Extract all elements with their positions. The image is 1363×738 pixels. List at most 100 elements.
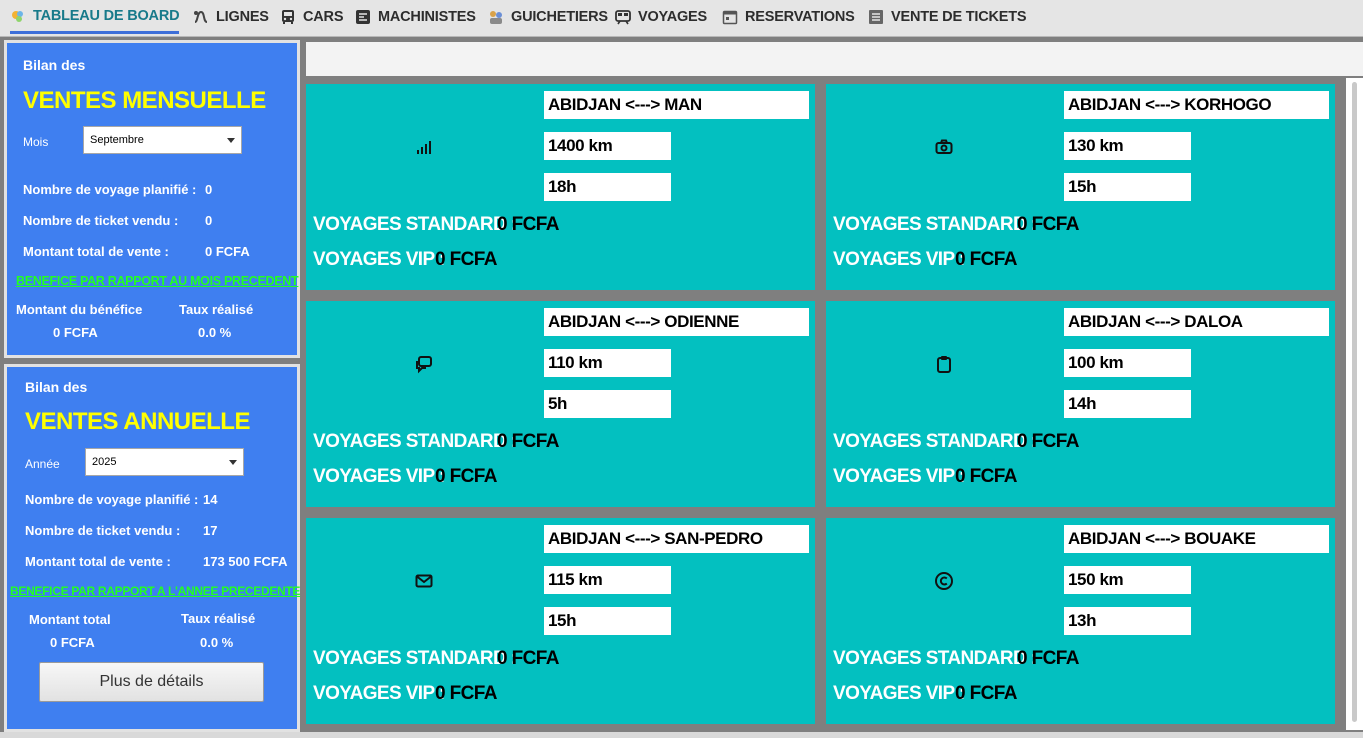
nav-tab-lignes[interactable]: LIGNES: [193, 0, 269, 34]
monthly-total-sales-label: Montant total de vente :: [23, 244, 169, 259]
standard-trips-label: VOYAGES STANDARD :: [833, 214, 1037, 235]
nav-tab-label: CARS: [303, 9, 344, 25]
year-select[interactable]: 2025: [85, 448, 244, 476]
vip-trips-value: 0 FCFA: [435, 466, 497, 487]
vip-trips-label: VOYAGES VIP :: [833, 466, 965, 487]
yearly-rate-label: Taux réalisé: [181, 611, 256, 626]
ticket-list-icon: [869, 10, 883, 24]
standard-trips-label: VOYAGES STANDARD :: [313, 648, 517, 669]
route-duration: 13h: [1064, 607, 1191, 635]
yearly-benefit-amount-label: Montant total: [29, 612, 111, 627]
route-distance: 100 km: [1064, 349, 1191, 377]
standard-trips-value: 0 FCFA: [1017, 648, 1079, 669]
monthly-rate-value: 0.0 %: [198, 325, 232, 340]
monthly-heading-big: VENTES MENSUELLE: [23, 87, 266, 114]
route-duration: 15h: [1064, 173, 1191, 201]
year-select-value: 2025: [92, 456, 117, 468]
vip-trips-value: 0 FCFA: [955, 683, 1017, 704]
monthly-benefit-title: BENEFICE PAR RAPPORT AU MOIS PRECEDENT: [16, 274, 299, 288]
month-select-value: Septembre: [90, 134, 144, 146]
train-icon: [615, 10, 631, 25]
yearly-sales-panel: Bilan des VENTES ANNUELLE Année 2025 Nom…: [4, 364, 300, 732]
vip-trips-label: VOYAGES VIP :: [833, 683, 965, 704]
yearly-benefit-amount-value: 0 FCFA: [50, 635, 95, 650]
nav-tab-guichetiers[interactable]: GUICHETIERS: [488, 0, 608, 34]
monthly-benefit-amount-label: Montant du bénéfice: [16, 302, 143, 317]
standard-trips-value: 0 FCFA: [497, 214, 559, 235]
nav-tab-reservations[interactable]: RESERVATIONS: [722, 0, 855, 34]
route-distance: 130 km: [1064, 132, 1191, 160]
route-duration: 5h: [544, 390, 671, 418]
top-navigation: TABLEAU DE BOARD LIGNES CARS MACHINISTES…: [0, 0, 1363, 37]
vip-trips-label: VOYAGES VIP :: [313, 249, 445, 270]
month-select-label: Mois: [23, 135, 49, 149]
nav-tab-label: LIGNES: [216, 9, 269, 25]
monthly-total-sales-value: 0 FCFA: [205, 244, 250, 259]
route-icon: [194, 10, 208, 23]
nav-tab-label: TABLEAU DE BOARD: [33, 7, 180, 24]
route-name: ABIDJAN <---> ODIENNE: [544, 308, 809, 336]
monthly-heading-small: Bilan des: [23, 57, 86, 73]
yearly-tickets-sold-value: 17: [203, 523, 218, 538]
route-duration: 15h: [544, 607, 671, 635]
route-duration: 14h: [1064, 390, 1191, 418]
route-distance: 115 km: [544, 566, 671, 594]
standard-trips-label: VOYAGES STANDARD :: [313, 214, 517, 235]
bus-icon: [282, 10, 294, 24]
month-select[interactable]: Septembre: [83, 126, 242, 154]
yearly-total-sales-label: Montant total de vente :: [25, 554, 171, 569]
route-card-odienne: ABIDJAN <---> ODIENNE 110 km 5h VOYAGES …: [306, 301, 815, 507]
scrollbar-thumb[interactable]: [1352, 82, 1357, 722]
monthly-benefit-amount-value: 0 FCFA: [53, 325, 98, 340]
route-card-korhogo: ABIDJAN <---> KORHOGO 130 km 15h VOYAGES…: [826, 84, 1335, 290]
mail-icon: [414, 571, 434, 591]
monthly-tickets-sold-value: 0: [205, 213, 213, 228]
yearly-benefit-title: BENEFICE PAR RAPPORT A L'ANNEE PRECEDENT…: [10, 584, 301, 598]
vip-trips-label: VOYAGES VIP :: [313, 683, 445, 704]
copyright-icon: [934, 571, 954, 591]
route-distance: 110 km: [544, 349, 671, 377]
standard-trips-label: VOYAGES STANDARD :: [833, 431, 1037, 452]
nav-tab-voyages[interactable]: VOYAGES: [615, 0, 707, 34]
yearly-heading-small: Bilan des: [25, 379, 88, 395]
route-name: ABIDJAN <---> SAN-PEDRO: [544, 525, 809, 553]
vertical-scrollbar[interactable]: [1346, 78, 1363, 730]
standard-trips-value: 0 FCFA: [1017, 214, 1079, 235]
standard-trips-value: 0 FCFA: [497, 431, 559, 452]
vip-trips-value: 0 FCFA: [435, 683, 497, 704]
nav-tab-tableau-de-board[interactable]: TABLEAU DE BOARD: [10, 0, 180, 34]
route-card-san-pedro: ABIDJAN <---> SAN-PEDRO 115 km 15h VOYAG…: [306, 518, 815, 724]
yearly-tickets-sold-label: Nombre de ticket vendu :: [25, 523, 181, 538]
nav-tab-machinistes[interactable]: MACHINISTES: [355, 0, 476, 34]
standard-trips-label: VOYAGES STANDARD :: [313, 431, 517, 452]
monthly-planned-trips-value: 0: [205, 182, 213, 197]
camera-icon: [934, 137, 954, 157]
dashboard-icon: [12, 10, 23, 22]
yearly-planned-trips-label: Nombre de voyage planifié :: [25, 492, 199, 507]
nav-tab-label: VOYAGES: [638, 9, 707, 25]
chevron-down-icon: [227, 138, 235, 143]
route-name: ABIDJAN <---> BOUAKE: [1064, 525, 1329, 553]
chat-icon: [414, 354, 434, 374]
nav-tab-label: VENTE DE TICKETS: [891, 9, 1027, 25]
route-name: ABIDJAN <---> KORHOGO: [1064, 91, 1329, 119]
more-details-button[interactable]: Plus de détails: [39, 662, 264, 702]
bottom-border: [0, 732, 1363, 738]
route-duration: 18h: [544, 173, 671, 201]
yearly-heading-big: VENTES ANNUELLE: [25, 408, 250, 435]
clipboard-icon: [934, 354, 954, 374]
staff-icon: [490, 11, 502, 24]
nav-tab-cars[interactable]: CARS: [280, 0, 343, 34]
yearly-rate-value: 0.0 %: [200, 635, 234, 650]
driver-icon: [356, 10, 370, 24]
route-card-daloa: ABIDJAN <---> DALOA 100 km 14h VOYAGES S…: [826, 301, 1335, 507]
vip-trips-label: VOYAGES VIP :: [833, 249, 965, 270]
route-card-bouake: ABIDJAN <---> BOUAKE 150 km 13h VOYAGES …: [826, 518, 1335, 724]
nav-tab-vente-de-tickets[interactable]: VENTE DE TICKETS: [868, 0, 1027, 34]
header-strip: [306, 42, 1363, 76]
yearly-total-sales-value: 173 500 FCFA: [203, 554, 288, 569]
year-select-label: Année: [25, 457, 60, 471]
route-distance: 150 km: [1064, 566, 1191, 594]
nav-tab-label: MACHINISTES: [378, 9, 476, 25]
nav-tab-label: RESERVATIONS: [745, 9, 855, 25]
